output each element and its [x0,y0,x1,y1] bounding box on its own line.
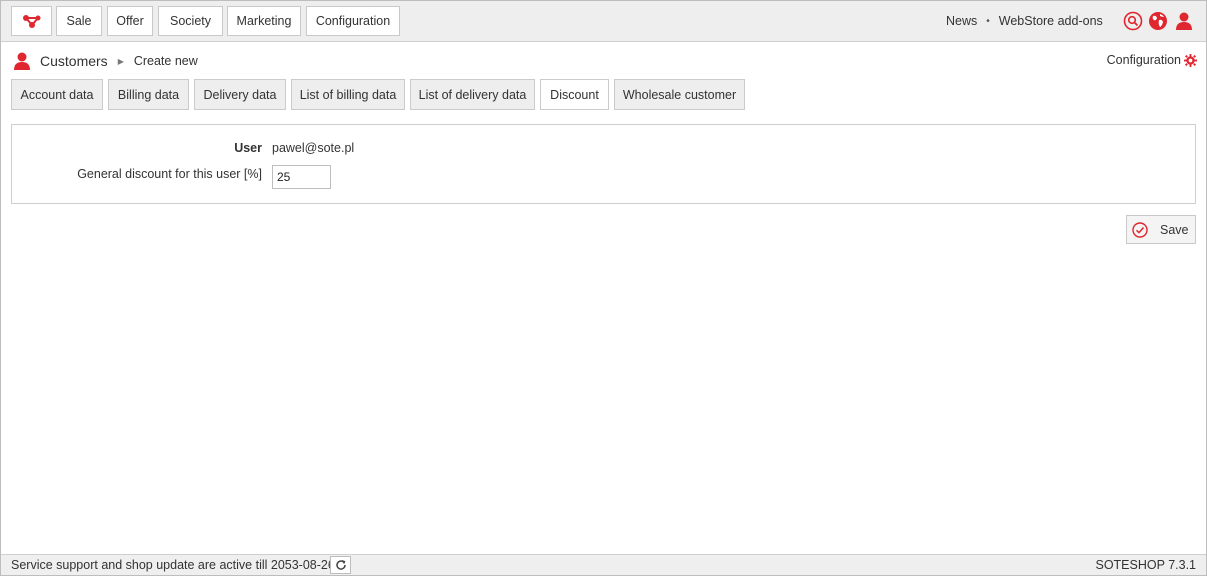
nav-configuration[interactable]: Configuration [306,6,400,36]
globe-icon[interactable] [1148,11,1168,31]
discount-label: General discount for this user [%] [77,167,262,181]
nav-offer[interactable]: Offer [107,6,153,36]
gear-icon [1184,53,1197,67]
support-status-text: Service support and shop update are acti… [11,558,335,572]
version-label: SOTESHOP 7.3.1 [1095,558,1196,572]
tab-list-of-delivery-data[interactable]: List of delivery data [410,79,535,110]
save-button[interactable]: Save [1126,215,1196,244]
top-navigation-bar: Sale Offer Society Marketing Configurati… [1,1,1206,42]
top-right-links: News • WebStore add-ons [946,1,1103,41]
tab-delivery-data[interactable]: Delivery data [194,79,286,110]
tab-billing-data[interactable]: Billing data [108,79,189,110]
breadcrumb-customers[interactable]: Customers [40,53,108,69]
breadcrumb-create-new: Create new [133,54,198,68]
check-circle-icon [1132,221,1148,238]
link-separator: • [986,15,990,27]
save-button-label: Save [1160,222,1189,237]
configuration-link[interactable]: Configuration [1107,53,1197,67]
logo-button[interactable] [11,6,52,36]
webstore-addons-link[interactable]: WebStore add-ons [999,14,1103,28]
user-row: User pawel@sote.pl [12,141,1195,157]
tab-discount[interactable]: Discount [540,79,609,110]
discount-input[interactable] [272,165,331,189]
breadcrumb-arrow-icon: ▶ [117,56,124,66]
configuration-link-label: Configuration [1106,53,1181,67]
breadcrumb: Customers ▶ Create new [12,50,198,72]
user-icon[interactable] [1174,11,1194,31]
nav-marketing[interactable]: Marketing [227,6,301,36]
nav-society[interactable]: Society [158,6,223,36]
discount-row: General discount for this user [%] [12,167,1195,183]
user-label: User [234,141,262,155]
news-link[interactable]: News [946,14,977,28]
discount-form-panel: User pawel@sote.pl General discount for … [11,124,1196,204]
status-footer: Service support and shop update are acti… [1,554,1206,575]
refresh-button[interactable] [330,556,351,574]
tab-account-data[interactable]: Account data [11,79,103,110]
refresh-icon [335,560,346,570]
tab-list-of-billing-data[interactable]: List of billing data [291,79,405,110]
logo-icon [22,15,40,28]
search-icon[interactable] [1123,11,1143,31]
customer-icon [14,52,30,70]
user-value: pawel@sote.pl [272,141,355,155]
tab-wholesale-customer[interactable]: Wholesale customer [614,79,745,110]
nav-sale[interactable]: Sale [56,6,102,36]
